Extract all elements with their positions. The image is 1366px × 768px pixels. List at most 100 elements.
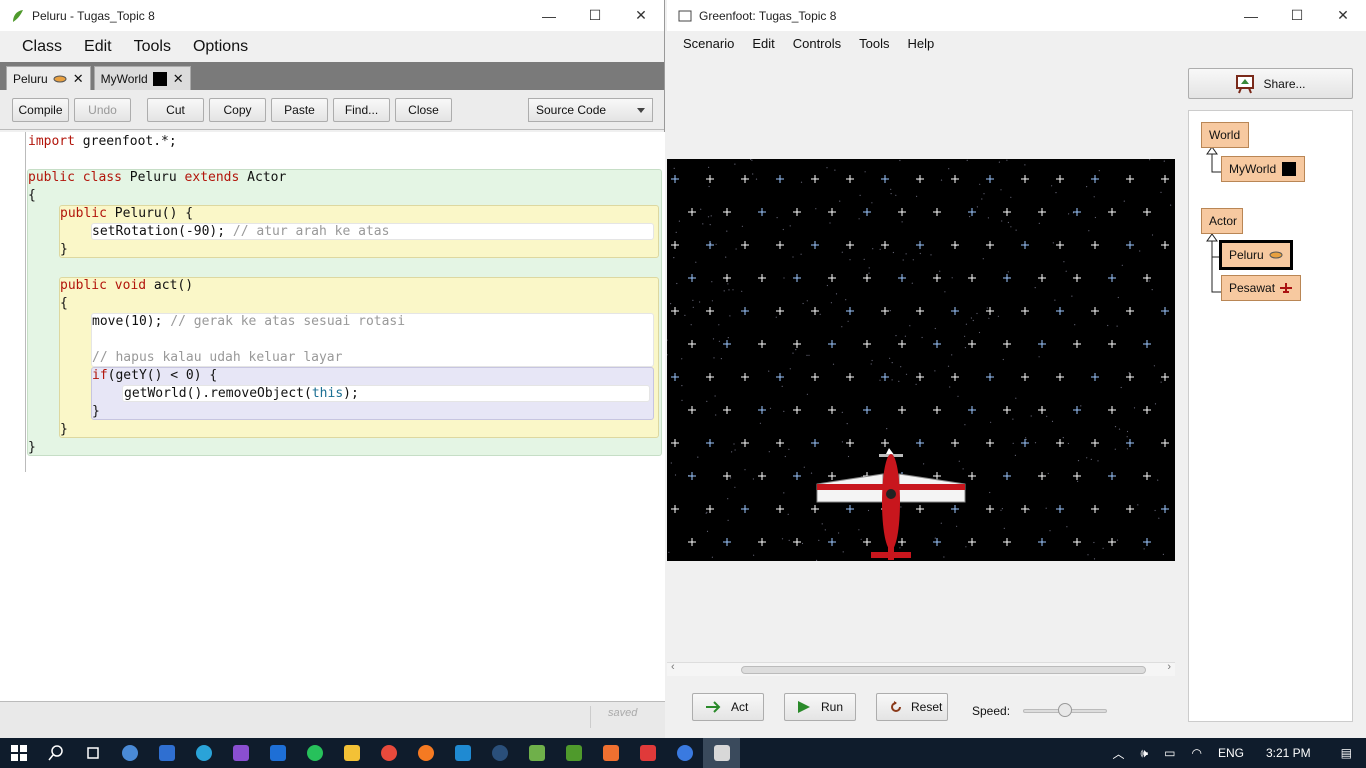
bullet-icon	[53, 75, 67, 82]
share-button[interactable]: Share...	[1188, 68, 1353, 99]
wifi-icon[interactable]: ◠	[1191, 746, 1201, 760]
code-editor[interactable]: import greenfoot.*; public class Peluru …	[0, 132, 665, 701]
menu-options[interactable]: Options	[182, 38, 259, 56]
act-label: Act	[731, 700, 749, 714]
greenfoot-window-icon	[678, 10, 692, 21]
view-mode-select[interactable]: Source Code	[528, 98, 653, 122]
save-status: saved	[608, 707, 638, 719]
menu-edit[interactable]: Edit	[73, 38, 123, 56]
menu-tools[interactable]: Tools	[123, 38, 182, 56]
find-button[interactable]: Find...	[333, 97, 390, 122]
visual-studio-installer-icon[interactable]	[518, 738, 555, 768]
menu-edit[interactable]: Edit	[743, 36, 783, 51]
notification-icon[interactable]: ▤	[1341, 746, 1352, 760]
run-button[interactable]: Run	[784, 693, 856, 721]
windows-start-icon[interactable]	[0, 738, 37, 768]
code-line-12: getWorld().removeObject(this);	[124, 385, 359, 403]
code-line-11: if(getY() < 0) {	[92, 367, 217, 385]
class-world[interactable]: World	[1201, 122, 1249, 148]
comment: // atur arah ke atas	[232, 224, 390, 239]
act-button[interactable]: Act	[692, 693, 764, 721]
greenfoot-icon	[13, 9, 23, 22]
world-canvas[interactable]	[667, 159, 1175, 561]
code-text: move(10);	[92, 314, 171, 329]
code-line-9: move(10); // gerak ke atas sesuai rotasi	[92, 313, 405, 331]
browser-icon[interactable]	[666, 738, 703, 768]
steam-icon[interactable]	[481, 738, 518, 768]
minimize-icon[interactable]: —	[1228, 0, 1274, 31]
world-thumbnail-icon	[1282, 162, 1297, 176]
code-text: act()	[153, 278, 194, 293]
store-app-icon[interactable]	[222, 738, 259, 768]
horizontal-scrollbar[interactable]: ‹ ›	[667, 661, 1175, 676]
language-indicator[interactable]: ENG	[1218, 746, 1244, 760]
clock[interactable]: 3:21 PM	[1266, 746, 1311, 760]
editor-title: Peluru - Tugas_Topic 8	[32, 8, 155, 23]
class-peluru[interactable]: Peluru	[1219, 240, 1293, 270]
cortana-icon[interactable]	[111, 738, 148, 768]
task-view-icon[interactable]	[74, 738, 111, 768]
cut-button[interactable]: Cut	[147, 97, 204, 122]
menu-tools[interactable]: Tools	[850, 36, 898, 51]
close-tab-icon[interactable]: ✕	[73, 71, 84, 87]
undo-button[interactable]: Undo	[74, 97, 131, 122]
tab-myworld[interactable]: MyWorld ✕	[93, 66, 191, 90]
scroll-right-icon[interactable]: ›	[1167, 661, 1171, 673]
close-icon[interactable]: ✕	[618, 0, 664, 31]
greenfoot-titlebar: Greenfoot: Tugas_Topic 8 — ☐ ✕	[667, 0, 1366, 31]
reset-icon	[891, 701, 901, 712]
greenfoot-taskbar-icon[interactable]	[555, 738, 592, 768]
maximize-icon[interactable]: ☐	[572, 0, 618, 31]
class-label: Actor	[1209, 214, 1238, 228]
menu-controls[interactable]: Controls	[784, 36, 850, 51]
class-label: World	[1209, 128, 1241, 142]
class-actor[interactable]: Actor	[1201, 208, 1243, 234]
paste-button[interactable]: Paste	[271, 97, 328, 122]
share-label: Share...	[1263, 76, 1306, 91]
search-icon[interactable]	[37, 738, 74, 768]
tab-label: MyWorld	[100, 71, 148, 86]
system-tray: ︿ 🕪 ▭ ◠ ENG 3:21 PM ▤	[1105, 738, 1366, 768]
greenfoot-window-taskbar-icon[interactable]	[703, 738, 740, 768]
reset-button[interactable]: Reset	[876, 693, 948, 721]
code-text: Actor	[247, 170, 287, 185]
firefox-icon[interactable]	[407, 738, 444, 768]
class-myworld[interactable]: MyWorld	[1221, 156, 1305, 182]
code-line-10: // hapus kalau udah keluar layar	[92, 350, 343, 365]
vscode-icon[interactable]	[444, 738, 481, 768]
world-thumbnail-icon	[152, 71, 167, 86]
speed-slider-knob[interactable]	[1058, 703, 1072, 717]
copy-button[interactable]: Copy	[209, 97, 266, 122]
class-label: Peluru	[1229, 248, 1264, 262]
class-pesawat[interactable]: Pesawat	[1221, 275, 1301, 301]
close-tab-icon[interactable]: ✕	[173, 71, 184, 87]
edge-icon[interactable]	[185, 738, 222, 768]
minimize-icon[interactable]: —	[526, 0, 572, 31]
menu-scenario[interactable]: Scenario	[674, 36, 743, 51]
code-text: Peluru() {	[114, 206, 194, 221]
file-explorer-icon[interactable]	[333, 738, 370, 768]
volume-icon[interactable]: 🕪	[1141, 746, 1149, 761]
gutter-line	[25, 132, 26, 472]
mail-icon[interactable]	[259, 738, 296, 768]
close-icon[interactable]: ✕	[1320, 0, 1366, 31]
scroll-left-icon[interactable]: ‹	[671, 661, 675, 673]
scrollbar-thumb[interactable]	[741, 666, 1146, 674]
keyword: import	[28, 134, 75, 149]
xampp-icon[interactable]	[592, 738, 629, 768]
chrome-icon[interactable]	[370, 738, 407, 768]
tab-peluru[interactable]: Peluru ✕	[6, 66, 91, 90]
plane-actor[interactable]	[811, 444, 971, 561]
compile-button[interactable]: Compile	[12, 97, 69, 122]
close-button[interactable]: Close	[395, 97, 452, 122]
battery-icon[interactable]: ▭	[1164, 746, 1175, 760]
wps-icon[interactable]	[629, 738, 666, 768]
run-label: Run	[821, 700, 844, 714]
whatsapp-icon[interactable]	[296, 738, 333, 768]
menu-class[interactable]: Class	[11, 38, 73, 56]
chevron-up-icon[interactable]: ︿	[1113, 745, 1125, 762]
pen-app-icon[interactable]	[148, 738, 185, 768]
tab-label: Peluru	[13, 71, 48, 86]
maximize-icon[interactable]: ☐	[1274, 0, 1320, 31]
menu-help[interactable]: Help	[899, 36, 944, 51]
